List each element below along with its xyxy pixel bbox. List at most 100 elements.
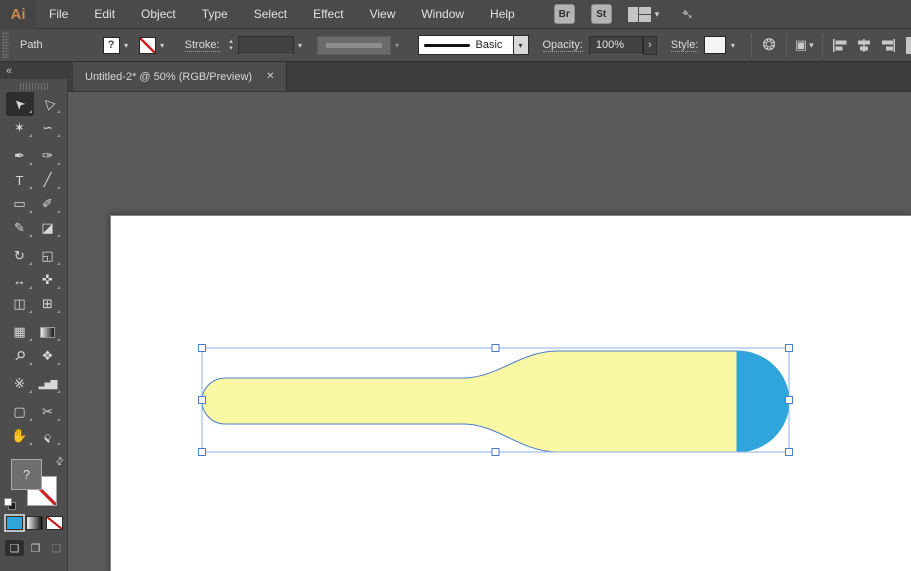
align-right-icon[interactable] — [879, 38, 897, 53]
gpu-performance-rocket-icon[interactable]: ➴ — [680, 4, 695, 24]
panel-collapse-button[interactable]: « — [0, 62, 67, 79]
bat-body-shape[interactable] — [201, 350, 738, 453]
rotate-tool[interactable]: ↻ — [6, 244, 34, 268]
direct-selection-tool-icon: ▷ — [38, 95, 56, 114]
stroke-weight-label[interactable]: Stroke: — [184, 39, 220, 52]
handle-top-right[interactable] — [785, 344, 793, 352]
handle-top-center[interactable] — [491, 344, 500, 352]
default-fill-stroke-icon[interactable] — [4, 498, 16, 510]
stroke-weight-stepper[interactable]: ▴ ▾ — [226, 38, 237, 52]
stroke-weight-chevron-icon[interactable]: ▾ — [294, 37, 307, 54]
eyedropper-tool-icon: ⚲ — [11, 346, 29, 365]
panel-drag-grip[interactable] — [19, 83, 48, 90]
style-chevron-icon[interactable]: ▾ — [726, 37, 739, 54]
draw-normal-icon[interactable]: ❏ — [5, 540, 24, 556]
eyedropper-tool[interactable]: ⚲ — [6, 344, 34, 368]
fill-chevron-icon[interactable]: ▾ — [120, 37, 133, 54]
symbol-sprayer-tool[interactable]: ※ — [6, 372, 34, 396]
menu-effect[interactable]: Effect — [300, 0, 356, 29]
eraser-tool[interactable]: ◪ — [34, 216, 62, 240]
brush-definition-dropdown[interactable]: Basic — [417, 35, 514, 55]
stroke-chevron-icon[interactable]: ▾ — [156, 37, 169, 54]
color-button[interactable] — [4, 514, 25, 532]
none-button[interactable] — [46, 516, 63, 530]
stroke-color-swatch[interactable] — [138, 36, 156, 54]
stroke-weight-field[interactable] — [237, 35, 294, 55]
blend-tool[interactable]: ❖ — [34, 344, 62, 368]
fill-unknown-label: ? — [22, 467, 31, 482]
draw-inside-icon: ❑ — [51, 542, 62, 555]
document-tab[interactable]: Untitled-2* @ 50% (RGB/Preview) ✕ — [73, 62, 288, 91]
artboard-tool[interactable]: ▢ — [6, 400, 34, 424]
collapse-chevrons-icon: « — [6, 64, 12, 77]
pen-tool-icon: ✒ — [14, 148, 25, 163]
workspace-switcher-icon[interactable] — [627, 6, 651, 22]
handle-top-left[interactable] — [198, 344, 206, 352]
workspace-chevron-icon[interactable]: ▾ — [655, 9, 660, 20]
swap-fill-stroke-icon[interactable]: ⇄ — [53, 455, 67, 469]
draw-behind-icon[interactable]: ❐ — [26, 540, 45, 556]
shape-builder-tool[interactable]: ◫ — [6, 292, 34, 316]
direct-selection-tool[interactable]: ▷ — [34, 92, 62, 116]
fill-color-swatch[interactable]: ? — [102, 36, 120, 54]
scale-tool[interactable]: ◱ — [34, 244, 62, 268]
recolor-artwork-icon[interactable]: ❂ — [762, 35, 775, 55]
menu-type[interactable]: Type — [189, 0, 241, 29]
menu-view[interactable]: View — [357, 0, 409, 29]
width-profile-preview — [325, 42, 382, 48]
shaper-tool[interactable]: ✎ — [6, 216, 34, 240]
hand-tool[interactable]: ✋ — [6, 424, 34, 448]
menu-window[interactable]: Window — [408, 0, 477, 29]
canvas[interactable] — [68, 92, 911, 571]
curvature-tool[interactable]: ✑ — [34, 144, 62, 168]
handle-mid-right[interactable] — [785, 396, 793, 404]
column-graph-tool[interactable]: ▂▅▇ — [34, 372, 62, 396]
tab-close-icon[interactable]: ✕ — [266, 71, 274, 82]
handle-bottom-left[interactable] — [198, 448, 206, 456]
zoom-tool[interactable]: ○ — [34, 424, 62, 448]
brush-chevron-icon[interactable]: ▾ — [513, 35, 529, 55]
curvature-tool-icon: ✑ — [42, 148, 53, 163]
gradient-button[interactable] — [26, 516, 43, 530]
stock-button[interactable]: St — [590, 4, 612, 24]
width-tool[interactable]: ↔ — [6, 268, 34, 292]
select-similar-button[interactable]: ▣ ▾ — [795, 37, 814, 53]
menu-edit[interactable]: Edit — [81, 0, 128, 29]
puppet-warp-tool[interactable]: ✜ — [34, 268, 62, 292]
menu-object[interactable]: Object — [128, 0, 189, 29]
bridge-button[interactable]: Br — [553, 4, 575, 24]
magic-wand-tool[interactable]: ✶ — [6, 116, 34, 140]
align-center-icon[interactable] — [855, 38, 873, 53]
lasso-tool[interactable]: ∽ — [34, 116, 62, 140]
opacity-arrow-button[interactable]: › — [642, 35, 657, 55]
mesh-tool[interactable]: ▦ — [6, 320, 34, 344]
stepper-up-icon[interactable]: ▴ — [226, 38, 237, 45]
selection-tool[interactable]: ➤ — [5, 92, 34, 116]
opacity-label[interactable]: Opacity: — [542, 39, 583, 52]
graphic-style-swatch[interactable] — [704, 36, 727, 54]
bat-cap-shape[interactable] — [736, 350, 790, 453]
paintbrush-tool[interactable]: ✐ — [34, 192, 62, 216]
slice-tool[interactable]: ✂ — [34, 400, 62, 424]
align-left-icon[interactable] — [831, 38, 849, 53]
handle-bottom-right[interactable] — [785, 448, 793, 456]
gradient-tool[interactable]: ▧ — [34, 320, 62, 344]
style-label[interactable]: Style: — [670, 39, 699, 52]
perspective-grid-tool[interactable]: ⊞ — [34, 292, 62, 316]
pen-tool[interactable]: ✒ — [6, 144, 34, 168]
type-tool[interactable]: T — [6, 168, 34, 192]
panel-grip[interactable] — [2, 32, 9, 58]
rectangle-tool[interactable]: ▭ — [6, 192, 34, 216]
opacity-field[interactable]: 100% — [588, 35, 643, 55]
brush-name: Basic — [475, 39, 503, 51]
fill-indicator[interactable]: ? — [11, 459, 42, 490]
clipped-align-icon[interactable] — [906, 36, 911, 54]
menu-help[interactable]: Help — [477, 0, 528, 29]
handle-bottom-center[interactable] — [491, 448, 500, 456]
menu-file[interactable]: File — [36, 0, 81, 29]
stepper-down-icon[interactable]: ▾ — [226, 45, 237, 52]
menu-select[interactable]: Select — [241, 0, 300, 29]
width-profile-dropdown — [316, 35, 391, 55]
handle-mid-left[interactable] — [198, 396, 206, 404]
line-segment-tool[interactable]: ╱ — [34, 168, 62, 192]
